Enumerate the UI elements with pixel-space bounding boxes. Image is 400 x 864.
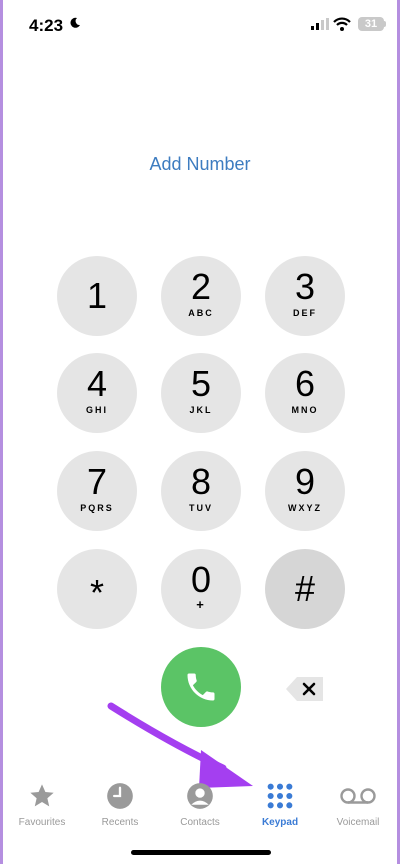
key-digit: 5 bbox=[190, 363, 212, 404]
tab-voicemail[interactable]: Voicemail bbox=[319, 780, 397, 828]
keypad-icon bbox=[267, 783, 293, 809]
key-3[interactable]: 3 DEF bbox=[265, 256, 345, 336]
tab-label: Favourites bbox=[18, 817, 66, 828]
key-1[interactable]: 1 bbox=[57, 256, 137, 336]
add-number-link[interactable]: Add Number bbox=[3, 154, 397, 175]
key-letters: PQRS bbox=[80, 503, 114, 513]
signal-icon bbox=[311, 18, 329, 30]
key-2[interactable]: 2 ABC bbox=[161, 256, 241, 336]
backspace-icon[interactable] bbox=[285, 676, 325, 702]
key-digit: 9 bbox=[294, 461, 316, 502]
key-digit: 4 bbox=[86, 363, 108, 404]
key-letters: DEF bbox=[293, 308, 317, 318]
key-digit: 1 bbox=[86, 275, 108, 316]
home-indicator bbox=[131, 850, 271, 855]
phone-screen: 4:23 31 Add Number 1 2 ABC 3 DEF 4 GHI 5… bbox=[3, 0, 397, 864]
tab-label: Recents bbox=[101, 817, 139, 828]
key-7[interactable]: 7 PQRS bbox=[57, 451, 137, 531]
wifi-icon bbox=[333, 17, 351, 31]
key-letters: GHI bbox=[85, 405, 108, 415]
key-digit: # bbox=[294, 568, 316, 609]
key-digit: * bbox=[89, 572, 104, 613]
tab-recents[interactable]: Recents bbox=[81, 780, 159, 828]
moon-icon bbox=[70, 17, 80, 28]
key-0[interactable]: 0 + bbox=[161, 549, 241, 629]
voicemail-icon bbox=[340, 788, 376, 804]
key-letters: MNO bbox=[291, 405, 319, 415]
annotation-arrow bbox=[107, 702, 253, 788]
star-icon bbox=[30, 784, 54, 807]
battery-nub bbox=[384, 21, 386, 27]
person-icon bbox=[187, 783, 213, 809]
tab-favourites[interactable]: Favourites bbox=[3, 780, 81, 828]
tab-label: Voicemail bbox=[336, 817, 380, 828]
key-digit: 2 bbox=[190, 266, 212, 307]
battery-level: 31 bbox=[358, 17, 384, 31]
key-hash[interactable]: # bbox=[265, 549, 345, 629]
key-letters: + bbox=[196, 597, 206, 612]
key-8[interactable]: 8 TUV bbox=[161, 451, 241, 531]
key-4[interactable]: 4 GHI bbox=[57, 353, 137, 433]
key-digit: 7 bbox=[86, 461, 108, 502]
key-9[interactable]: 9 WXYZ bbox=[265, 451, 345, 531]
tab-label: Contacts bbox=[180, 817, 220, 828]
key-digit: 3 bbox=[294, 266, 316, 307]
key-letters: TUV bbox=[189, 503, 213, 513]
key-digit: 0 bbox=[190, 559, 212, 600]
clock-icon bbox=[107, 783, 133, 809]
status-time: 4:23 bbox=[29, 16, 64, 35]
key-digit: 6 bbox=[294, 363, 316, 404]
key-digit: 8 bbox=[190, 461, 212, 502]
tab-label: Keypad bbox=[261, 817, 299, 828]
key-5[interactable]: 5 JKL bbox=[161, 353, 241, 433]
tab-keypad[interactable]: Keypad bbox=[241, 780, 319, 828]
key-star[interactable]: * bbox=[57, 549, 137, 629]
key-letters: WXYZ bbox=[288, 503, 322, 513]
tab-contacts[interactable]: Contacts bbox=[161, 780, 239, 828]
key-letters: ABC bbox=[188, 308, 214, 318]
key-letters: JKL bbox=[189, 405, 213, 415]
key-6[interactable]: 6 MNO bbox=[265, 353, 345, 433]
